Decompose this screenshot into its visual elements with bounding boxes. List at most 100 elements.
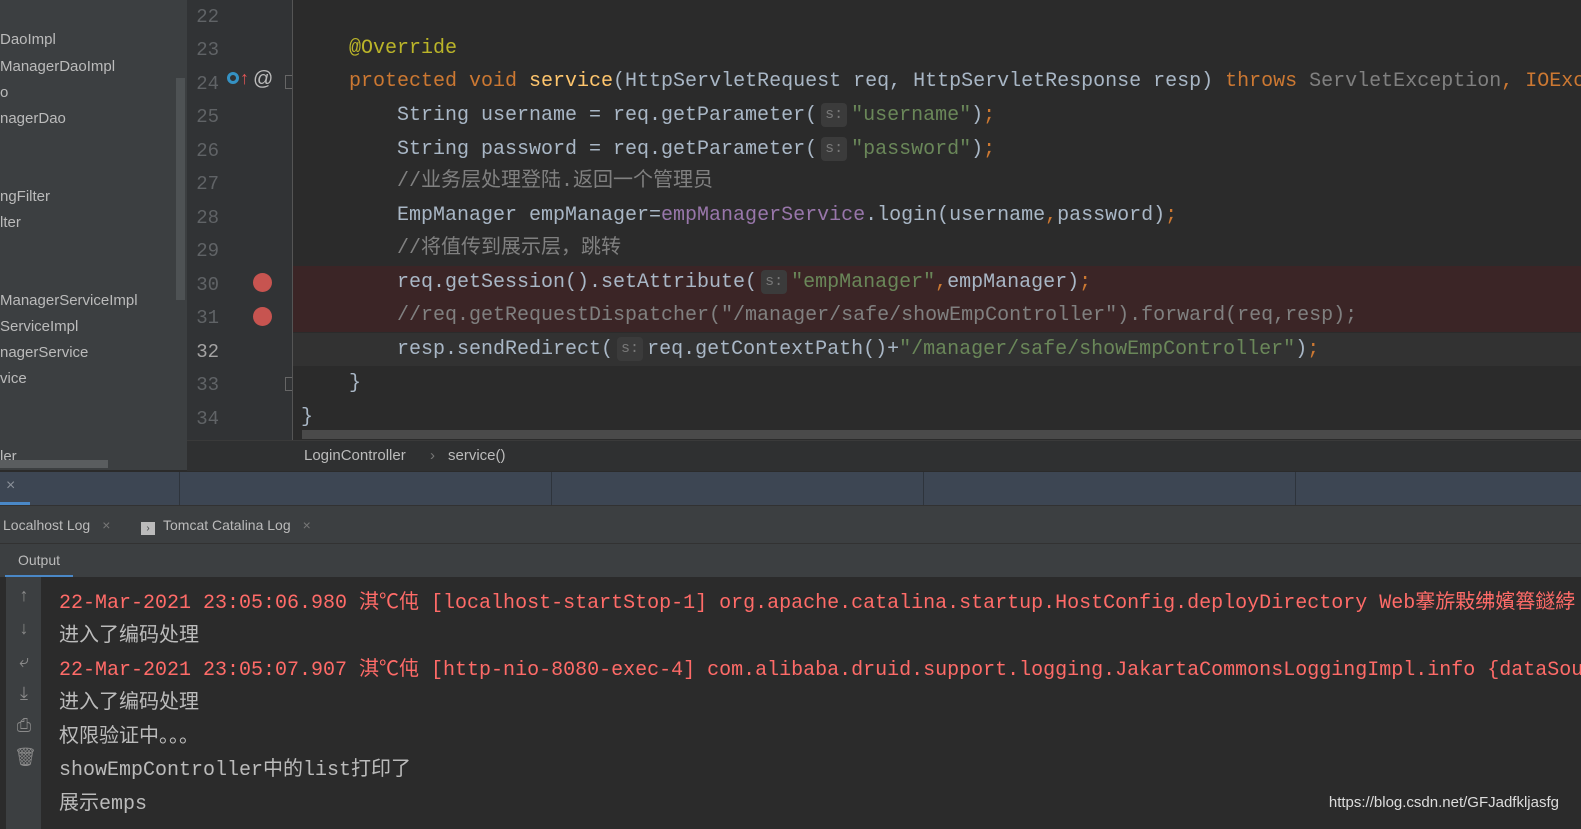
header-segment[interactable] bbox=[180, 472, 552, 505]
tree-item[interactable]: ServiceImpl bbox=[0, 318, 78, 335]
console-line: 权限验证中。。。 bbox=[59, 726, 199, 749]
tree-item[interactable]: o bbox=[0, 84, 8, 101]
tree-item[interactable]: ManagerServiceImpl bbox=[0, 292, 138, 309]
tab-tomcat-catalina-log[interactable]: › Tomcat Catalina Log × bbox=[141, 517, 311, 535]
tab-localhost-log[interactable]: Localhost Log × bbox=[3, 517, 110, 533]
tree-item[interactable]: ManagerDaoImpl bbox=[0, 58, 115, 75]
breadcrumb-method[interactable]: service() bbox=[448, 447, 506, 464]
tree-item[interactable]: lter bbox=[0, 214, 21, 231]
method-name: service bbox=[529, 70, 614, 93]
comment: //req.getRequestDispatcher("/manager/saf… bbox=[397, 304, 1358, 327]
editor-gutter[interactable]: 22 23 24 25 26 27 28 29 30 31 32 33 34 ↑… bbox=[187, 0, 297, 440]
header-segment[interactable] bbox=[924, 472, 1296, 505]
console-line: 进入了编码处理 bbox=[59, 692, 199, 715]
breakpoint-icon[interactable] bbox=[253, 307, 272, 326]
code: password) bbox=[1057, 204, 1166, 227]
close-icon[interactable]: × bbox=[102, 517, 110, 533]
semicolon: ; bbox=[1307, 338, 1320, 361]
header-segment[interactable] bbox=[552, 472, 924, 505]
code: EmpManager empManager= bbox=[397, 204, 662, 227]
header-segment[interactable]: × bbox=[0, 472, 180, 505]
annotation-at-icon[interactable]: @ bbox=[253, 68, 273, 91]
line-number: 34 bbox=[196, 408, 219, 430]
code-line-breakpoint: //req.getRequestDispatcher("/manager/saf… bbox=[293, 299, 1581, 332]
code-editor[interactable]: @Override protected void service(HttpSer… bbox=[292, 0, 1581, 440]
semicolon: ; bbox=[983, 138, 996, 161]
semicolon: ; bbox=[1079, 271, 1092, 294]
param-hint: s: bbox=[617, 337, 644, 361]
log-tabs: Localhost Log × › Tomcat Catalina Log × bbox=[0, 505, 1581, 543]
close-icon[interactable]: × bbox=[6, 477, 15, 495]
console-output[interactable]: 22-Mar-2021 23:05:06.980 淇℃伅 [localhost-… bbox=[41, 577, 1581, 829]
console-line: 进入了编码处理 bbox=[59, 625, 199, 648]
tab-output[interactable]: Output bbox=[5, 544, 73, 578]
line-number: 22 bbox=[196, 6, 219, 28]
line-number: 23 bbox=[196, 39, 219, 61]
breadcrumb-class[interactable]: LoginController bbox=[304, 447, 406, 464]
line-number-current: 32 bbox=[196, 341, 219, 363]
down-arrow-icon[interactable]: ↓ bbox=[14, 618, 34, 639]
line-number: 29 bbox=[196, 240, 219, 262]
code: resp.sendRedirect( bbox=[397, 338, 614, 361]
line-number: 30 bbox=[196, 274, 219, 296]
semicolon: ; bbox=[1165, 204, 1178, 227]
code: req.getContextPath()+ bbox=[647, 338, 900, 361]
brace: } bbox=[349, 372, 362, 395]
code: .login(username bbox=[865, 204, 1046, 227]
tree-item[interactable]: DaoImpl bbox=[0, 31, 56, 48]
code-line-current: resp.sendRedirect(s: req.getContextPath()… bbox=[293, 333, 1581, 366]
tree-item[interactable]: vice bbox=[0, 370, 27, 387]
comment: //将值传到展示层，跳转 bbox=[397, 237, 622, 260]
line-number: 24 bbox=[196, 73, 219, 95]
exception: , IOExc bbox=[1501, 70, 1581, 93]
line-number: 25 bbox=[196, 106, 219, 128]
code: ) bbox=[971, 104, 984, 127]
code: empManager) bbox=[947, 271, 1080, 294]
annotation: @Override bbox=[349, 37, 458, 60]
code-line: //业务层处理登陆.返回一个管理员 bbox=[293, 165, 1581, 198]
string: "password" bbox=[851, 138, 972, 161]
code: req.getSession().setAttribute( bbox=[397, 271, 758, 294]
code: ) bbox=[1295, 338, 1308, 361]
string: "empManager" bbox=[791, 271, 936, 294]
console-line: 22-Mar-2021 23:05:07.907 淇℃伅 [http-nio-8… bbox=[59, 659, 1581, 682]
line-number: 26 bbox=[196, 140, 219, 162]
param-hint: s: bbox=[761, 270, 788, 294]
up-arrow-icon[interactable]: ↑ bbox=[14, 585, 34, 606]
sidebar-vertical-scrollbar[interactable] bbox=[176, 78, 185, 300]
code: String password = req.getParameter( bbox=[397, 138, 818, 161]
tree-item[interactable]: nagerService bbox=[0, 344, 88, 361]
code: String username = req.getParameter( bbox=[397, 104, 818, 127]
code-line: } bbox=[293, 367, 1581, 400]
trash-icon[interactable]: 🗑 bbox=[14, 747, 37, 768]
tree-item[interactable]: nagerDao bbox=[0, 110, 66, 127]
param-hint: s: bbox=[821, 137, 848, 161]
breadcrumb-separator: › bbox=[430, 447, 435, 464]
tab-label: Tomcat Catalina Log bbox=[163, 517, 291, 533]
project-tree: DaoImpl ManagerDaoImpl o nagerDao ngFilt… bbox=[0, 0, 187, 470]
output-tab-bar: Output bbox=[0, 543, 1581, 578]
code: ) bbox=[971, 138, 984, 161]
params: (HttpServletRequest req, HttpServletResp… bbox=[613, 70, 1226, 93]
override-method-icon[interactable] bbox=[227, 72, 239, 84]
breakpoint-icon[interactable] bbox=[253, 273, 272, 292]
close-icon[interactable]: × bbox=[303, 517, 311, 533]
scroll-to-end-icon[interactable]: ⤓ bbox=[14, 683, 34, 704]
soft-wrap-icon[interactable]: ⤶ bbox=[14, 651, 34, 672]
code-line: String password = req.getParameter(s: "pa… bbox=[293, 133, 1581, 166]
line-number: 27 bbox=[196, 173, 219, 195]
comma: , bbox=[935, 271, 948, 294]
sidebar-horizontal-scrollbar[interactable] bbox=[0, 460, 108, 468]
implements-arrow-icon[interactable]: ↑ bbox=[240, 68, 249, 89]
code-line: String username = req.getParameter(s: "us… bbox=[293, 99, 1581, 132]
watermark: https://blog.csdn.net/GFJadfkljasfg bbox=[1328, 794, 1559, 811]
tree-item[interactable]: ngFilter bbox=[0, 188, 50, 205]
code-line: //将值传到展示层，跳转 bbox=[293, 232, 1581, 265]
line-number: 28 bbox=[196, 207, 219, 229]
print-icon[interactable]: ⎙ bbox=[14, 715, 34, 736]
param-hint: s: bbox=[821, 103, 848, 127]
editor-horizontal-scrollbar[interactable] bbox=[302, 430, 1581, 439]
console-toolbar: ↑ ↓ ⤶ ⤓ ⎙ 🗑 bbox=[5, 577, 41, 829]
code-line: protected void service(HttpServletReques… bbox=[293, 65, 1581, 98]
tab-label: Localhost Log bbox=[3, 517, 91, 533]
